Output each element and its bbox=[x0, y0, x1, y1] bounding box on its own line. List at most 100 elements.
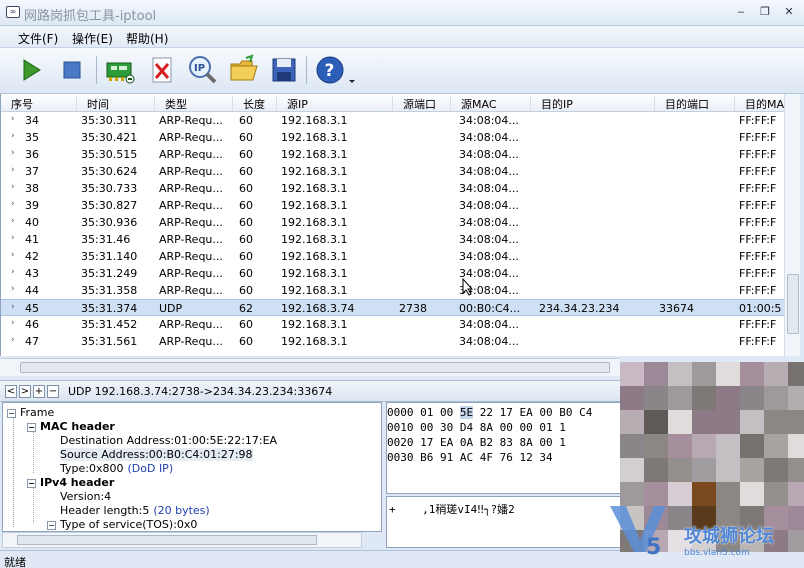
menu-operation[interactable]: 操作(E) bbox=[72, 30, 113, 47]
tree-node[interactable]: − Frame bbox=[7, 406, 54, 419]
tree-horizontal-scrollbar[interactable] bbox=[2, 532, 362, 548]
table-row[interactable]: › 38 35:30.733 ARP-Requ... 60 192.168.3.1 34:0… bbox=[1, 180, 798, 197]
scrollbar-thumb[interactable] bbox=[787, 274, 799, 334]
table-row[interactable]: › 41 35:31.46 ARP-Requ... 60 192.168.3.1 34:08… bbox=[1, 231, 798, 248]
menu-help[interactable]: 帮助(H) bbox=[126, 30, 168, 47]
column-seq[interactable]: 序号 bbox=[1, 96, 77, 111]
hex-byte[interactable]: 00 bbox=[500, 421, 513, 434]
hex-byte[interactable]: 4F bbox=[480, 451, 493, 464]
hex-byte[interactable]: 30 bbox=[440, 421, 453, 434]
hex-byte[interactable]: 0A bbox=[460, 436, 473, 449]
hex-byte[interactable]: AC bbox=[460, 451, 473, 464]
tree-node[interactable]: − Type of service(TOS):0x0 bbox=[47, 518, 197, 531]
network-card-icon[interactable] bbox=[104, 54, 136, 86]
row-expand-icon: › bbox=[11, 284, 15, 294]
hex-byte[interactable]: 1 bbox=[559, 436, 566, 449]
column-type[interactable]: 类型 bbox=[155, 96, 233, 111]
column-length[interactable]: 长度 bbox=[233, 96, 277, 111]
hex-byte[interactable]: B2 bbox=[480, 436, 493, 449]
hex-byte[interactable]: 34 bbox=[539, 451, 552, 464]
table-row[interactable]: › 35 35:30.421 ARP-Requ... 60 192.168.3.1 34:0… bbox=[1, 129, 798, 146]
hex-byte[interactable]: 17 bbox=[500, 406, 513, 419]
hex-byte[interactable]: 00 bbox=[440, 406, 453, 419]
hex-byte[interactable]: 83 bbox=[500, 436, 513, 449]
tree-node[interactable]: Source Address:00:B0:C4:01:27:98 bbox=[60, 448, 253, 461]
table-row[interactable]: › 36 35:30.515 ARP-Requ... 60 192.168.3.1 34:0… bbox=[1, 146, 798, 163]
tree-collapse-icon[interactable]: − bbox=[47, 520, 56, 530]
column-dst-mac[interactable]: 目的MAC bbox=[735, 96, 785, 111]
hex-byte[interactable]: C4 bbox=[579, 406, 592, 419]
hex-byte[interactable]: 00 bbox=[520, 421, 533, 434]
tree-node[interactable]: Version:4 bbox=[60, 490, 111, 503]
expand-all-button[interactable]: + bbox=[33, 385, 45, 398]
hex-byte[interactable]: EA bbox=[440, 436, 453, 449]
table-row[interactable]: › 39 35:30.827 ARP-Requ... 60 192.168.3.1 34:0… bbox=[1, 197, 798, 214]
hex-byte[interactable]: 00 bbox=[539, 406, 552, 419]
hex-byte[interactable]: 76 bbox=[500, 451, 513, 464]
mosaic-tile bbox=[644, 362, 668, 386]
close-button[interactable]: ✕ bbox=[780, 4, 798, 20]
hex-byte[interactable]: 1 bbox=[559, 421, 566, 434]
scrollbar-thumb[interactable] bbox=[20, 362, 610, 373]
table-row[interactable]: › 34 35:30.311 ARP-Requ... 60 192.168.3.1 34:0… bbox=[1, 112, 798, 129]
minimize-button[interactable]: ‒ bbox=[732, 4, 750, 20]
hex-byte[interactable]: EA bbox=[520, 406, 533, 419]
tree-node[interactable]: Type:0x800 (DoD IP) bbox=[60, 462, 173, 475]
chevron-down-icon[interactable] bbox=[346, 54, 358, 86]
column-dst-port[interactable]: 目的端口 bbox=[655, 96, 735, 111]
column-dst-ip[interactable]: 目的IP bbox=[531, 96, 655, 111]
next-packet-button[interactable]: > bbox=[19, 385, 31, 398]
hex-byte[interactable]: 01 bbox=[420, 406, 433, 419]
clear-icon[interactable] bbox=[146, 54, 178, 86]
hex-byte[interactable]: 91 bbox=[440, 451, 453, 464]
hex-byte[interactable]: 00 bbox=[539, 436, 552, 449]
collapse-all-button[interactable]: − bbox=[47, 385, 59, 398]
tree-node[interactable]: Destination Address:01:00:5E:22:17:EA bbox=[60, 434, 277, 447]
hex-byte[interactable]: 22 bbox=[480, 406, 493, 419]
table-vertical-scrollbar[interactable] bbox=[784, 94, 800, 356]
table-cell: 34:08:04... bbox=[459, 114, 519, 127]
hex-byte[interactable]: 17 bbox=[420, 436, 433, 449]
scrollbar-thumb[interactable] bbox=[17, 535, 317, 545]
hex-byte[interactable]: 00 bbox=[420, 421, 433, 434]
column-src-port[interactable]: 源端口 bbox=[393, 96, 451, 111]
table-row[interactable]: › 40 35:30.936 ARP-Requ... 60 192.168.3.1 34:0… bbox=[1, 214, 798, 231]
column-src-ip[interactable]: 源IP bbox=[277, 96, 393, 111]
hex-byte[interactable]: 12 bbox=[520, 451, 533, 464]
tree-collapse-icon[interactable]: − bbox=[27, 422, 36, 432]
table-row[interactable]: › 44 35:31.358 ARP-Requ... 60 192.168.3.1 34:0… bbox=[1, 282, 798, 299]
tree-collapse-icon[interactable]: − bbox=[7, 408, 16, 418]
open-folder-icon[interactable] bbox=[228, 54, 260, 86]
hex-byte[interactable]: D4 bbox=[460, 421, 473, 434]
ip-filter-icon[interactable]: IP bbox=[186, 54, 218, 86]
menu-file[interactable]: 文件(F) bbox=[18, 30, 58, 47]
hex-byte[interactable]: B0 bbox=[559, 406, 572, 419]
hex-byte[interactable]: B6 bbox=[420, 451, 433, 464]
table-row[interactable]: › 37 35:30.624 ARP-Requ... 60 192.168.3.1 34:0… bbox=[1, 163, 798, 180]
table-row[interactable]: › 45 35:31.374 UDP 62 192.168.3.74 2738 00:B0:C… bbox=[1, 299, 798, 316]
stop-icon[interactable] bbox=[56, 54, 88, 86]
play-icon[interactable] bbox=[14, 54, 46, 86]
table-horizontal-scrollbar[interactable] bbox=[0, 358, 620, 376]
save-icon[interactable] bbox=[268, 54, 300, 86]
tree-node[interactable]: Header length:5 (20 bytes) bbox=[60, 504, 210, 517]
hex-byte[interactable]: 8A bbox=[520, 436, 533, 449]
mosaic-tile bbox=[788, 458, 804, 482]
tree-node[interactable]: − MAC header bbox=[27, 420, 115, 433]
table-row[interactable]: › 43 35:31.249 ARP-Requ... 60 192.168.3.1 34:0… bbox=[1, 265, 798, 282]
column-src-mac[interactable]: 源MAC bbox=[451, 96, 531, 111]
hex-byte[interactable]: 01 bbox=[539, 421, 552, 434]
prev-packet-button[interactable]: < bbox=[5, 385, 17, 398]
hex-byte[interactable]: 5E bbox=[459, 406, 474, 419]
table-row[interactable]: › 47 35:31.561 ARP-Requ... 60 192.168.3.1 34:0… bbox=[1, 333, 798, 350]
help-icon[interactable]: ? bbox=[314, 54, 346, 86]
table-cell: 34:08:04... bbox=[459, 131, 519, 144]
column-time[interactable]: 时间 bbox=[77, 96, 155, 111]
hex-byte[interactable]: 8A bbox=[480, 421, 493, 434]
table-row[interactable]: › 42 35:31.140 ARP-Requ... 60 192.168.3.1 34:0… bbox=[1, 248, 798, 265]
table-row[interactable]: › 46 35:31.452 ARP-Requ... 60 192.168.3.1 34:0… bbox=[1, 316, 798, 333]
restore-button[interactable]: ❐ bbox=[756, 4, 774, 20]
tree-collapse-icon[interactable]: − bbox=[27, 478, 36, 488]
protocol-tree[interactable]: − Frame − MAC header Destination Address:01:… bbox=[2, 402, 382, 532]
tree-node[interactable]: − IPv4 header bbox=[27, 476, 114, 489]
